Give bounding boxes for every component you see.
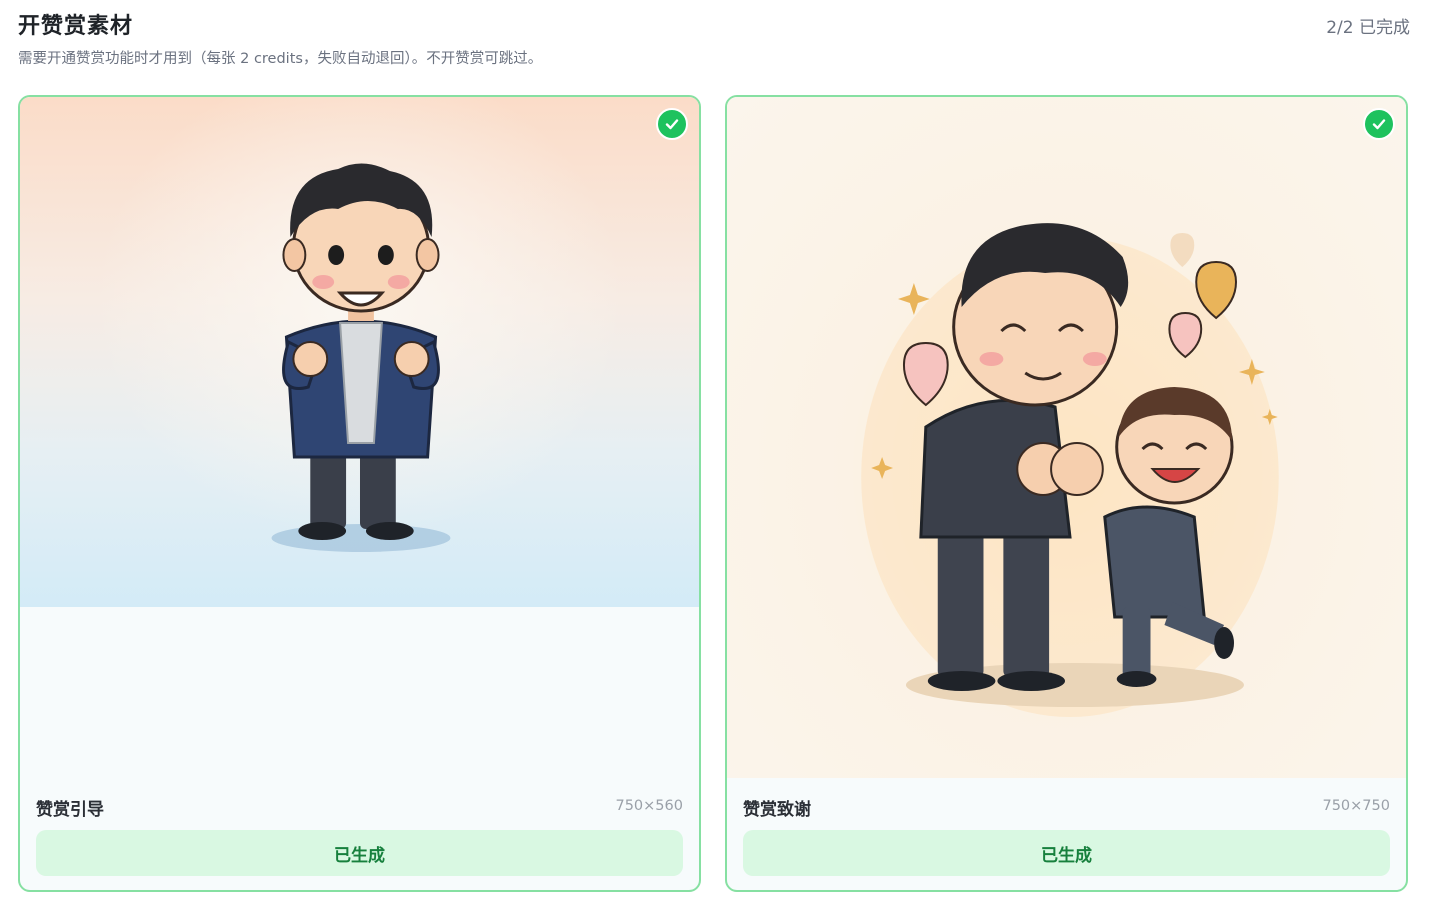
asset-card-reward-guide[interactable]: 赞赏引导 750×560 已生成 — [18, 95, 701, 892]
cartoon-man-illustration — [271, 163, 451, 552]
completed-check-icon — [1363, 108, 1395, 140]
asset-dimensions: 750×750 — [1322, 798, 1390, 814]
page-subtitle: 需要开通赞赏功能时才用到（每张 2 credits，失败自动退回）。不开赞赏可跳… — [18, 51, 543, 67]
page-header: 开赞赏素材 2/2 已完成 需要开通赞赏功能时才用到（每张 2 credits，… — [18, 0, 1410, 80]
completed-check-icon — [656, 108, 688, 140]
reward-thanks-image — [727, 97, 1406, 778]
page-title: 开赞赏素材 — [18, 14, 134, 39]
asset-name: 赞赏引导 — [36, 800, 104, 820]
asset-card-reward-thanks[interactable]: 赞赏致谢 750×750 已生成 — [725, 95, 1408, 892]
generated-status-button[interactable]: 已生成 — [743, 830, 1390, 876]
progress-indicator: 2/2 已完成 — [1326, 18, 1410, 38]
reward-guide-image — [20, 97, 699, 607]
cartoon-man-and-boy-illustration — [861, 223, 1279, 717]
asset-name: 赞赏致谢 — [743, 800, 811, 820]
asset-dimensions: 750×560 — [615, 798, 683, 814]
generated-status-button[interactable]: 已生成 — [36, 830, 683, 876]
